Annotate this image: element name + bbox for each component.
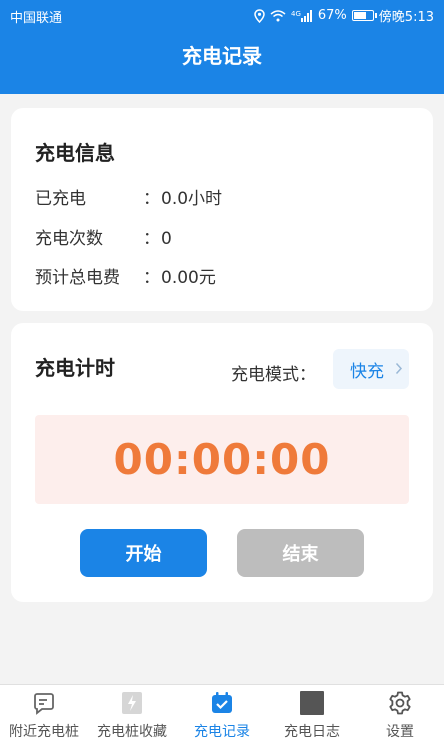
- log-square-icon: [300, 691, 324, 715]
- battery-percent: 67%: [317, 8, 347, 23]
- chevron-right-icon: [395, 362, 403, 375]
- bolt-card-icon: [122, 692, 142, 714]
- charge-timer-title: 充电计时: [35, 356, 115, 380]
- chat-note-icon: [34, 693, 54, 715]
- row-colon: ：: [143, 268, 160, 288]
- timer-value: 00:00:00: [113, 435, 331, 484]
- charged-hours-row: 已充电 ：0.0小时: [35, 184, 222, 209]
- status-bar: 中国联通 4G 67% 傍晚5:13: [0, 0, 444, 30]
- charge-info-card: 充电信息 已充电 ：0.0小时 充电次数 ：0 预计总电费 ：0.00元: [11, 108, 433, 311]
- tab-label: 附近充电桩: [9, 724, 79, 740]
- battery-fill: [353, 12, 366, 19]
- tab-charge-records[interactable]: 充电记录: [176, 685, 268, 744]
- charge-count-value: 0: [161, 229, 172, 249]
- tab-favorite-chargers[interactable]: 充电桩收藏: [88, 685, 176, 744]
- location-icon: [254, 8, 265, 23]
- tab-label: 充电记录: [194, 724, 250, 740]
- charge-mode-select[interactable]: 快充: [333, 349, 409, 389]
- carrier-name: 中国联通: [10, 11, 63, 26]
- tab-charge-log[interactable]: 充电日志: [268, 685, 356, 744]
- charge-mode-value: 快充: [350, 361, 384, 382]
- signal-label: 4G: [291, 10, 301, 18]
- tab-label: 充电日志: [284, 724, 340, 740]
- start-button[interactable]: 开始: [80, 529, 207, 577]
- charge-count-row: 充电次数 ：0: [35, 224, 172, 249]
- estimated-fee-row: 预计总电费 ：0.00元: [35, 263, 216, 288]
- calendar-check-icon: [212, 692, 232, 713]
- estimated-fee-value: 0.00元: [161, 268, 216, 288]
- status-indicators: 4G 67% 傍晚5:13: [254, 6, 434, 25]
- status-time: 傍晚5:13: [378, 10, 434, 25]
- charged-hours-value: 0.0小时: [161, 189, 223, 209]
- end-button[interactable]: 结束: [237, 529, 364, 577]
- timer-display: 00:00:00: [35, 415, 409, 504]
- charge-timer-card: 充电计时 充电模式： 快充 00:00:00 开始 结束: [11, 323, 433, 602]
- tab-label: 设置: [386, 724, 414, 740]
- bottom-tabbar: 附近充电桩 充电桩收藏 充电记录 充电日志 设置: [0, 684, 444, 744]
- signal-icon: 4G: [291, 9, 312, 22]
- row-colon: ：: [143, 229, 160, 249]
- row-colon: ：: [143, 189, 160, 209]
- charge-mode-label: 充电模式：: [231, 365, 316, 385]
- estimated-fee-label: 预计总电费: [35, 268, 120, 288]
- charged-hours-label: 已充电: [35, 189, 86, 209]
- tab-settings[interactable]: 设置: [356, 685, 444, 744]
- tab-label: 充电桩收藏: [97, 724, 167, 740]
- gear-icon: [389, 691, 411, 715]
- tab-nearby-chargers[interactable]: 附近充电桩: [0, 685, 88, 744]
- battery-icon: [351, 10, 377, 21]
- wifi-icon: [270, 9, 286, 21]
- page-title: 充电记录: [182, 44, 262, 68]
- app-header: 中国联通 4G 67% 傍晚5:13 充电记录: [0, 0, 444, 94]
- charge-count-label: 充电次数: [35, 229, 103, 249]
- charge-info-title: 充电信息: [35, 141, 115, 165]
